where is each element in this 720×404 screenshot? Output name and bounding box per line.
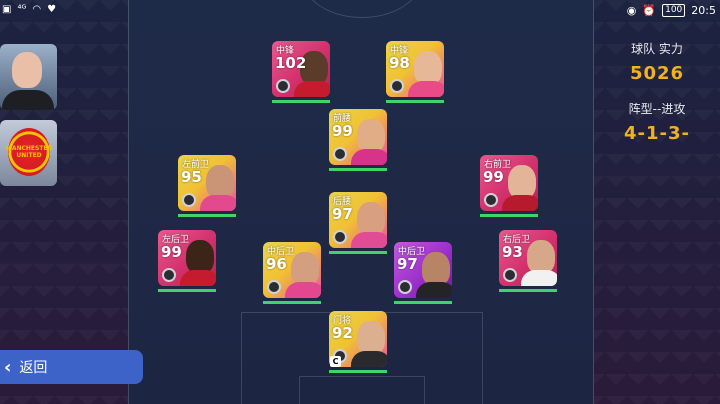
player-shirt [294, 81, 330, 97]
formation-label: 阵型--进攻 [628, 102, 686, 116]
player-card-lm[interactable]: 左前卫 95 [178, 155, 236, 211]
club-crest-icon: MANCHESTER UNITED [5, 128, 53, 176]
sim-icon: ▣ [2, 4, 12, 15]
chevron-left-icon: ‹ [4, 356, 12, 378]
player-stamina-bar [329, 251, 387, 254]
player-stamina-bar [272, 100, 330, 103]
player-shirt [351, 149, 387, 165]
player-badge-icon [333, 230, 347, 244]
player-card-rb[interactable]: 右后卫 93 [499, 230, 557, 286]
player-badge-icon [267, 280, 281, 294]
player-stamina-bar [386, 100, 444, 103]
player-stamina-bar [480, 214, 538, 217]
player-rating: 97 [332, 205, 353, 223]
player-rating: 96 [266, 255, 287, 273]
player-portrait [357, 119, 385, 153]
player-badge-icon [484, 193, 498, 207]
crest-text: MANCHESTER UNITED [5, 145, 53, 159]
player-shirt [408, 81, 444, 97]
player-stamina-bar [329, 370, 387, 373]
player-badge-icon [503, 268, 517, 282]
player-rating: 95 [181, 168, 202, 186]
player-card-am[interactable]: 前腰 99 [329, 109, 387, 165]
player-card-rm[interactable]: 右前卫 99 [480, 155, 538, 211]
status-bar-right: ◉ ⏰ 100 20:5 [627, 4, 716, 17]
player-shirt [351, 232, 387, 248]
player-badge-icon [333, 147, 347, 161]
player-badge-icon [276, 79, 290, 93]
wifi-icon: ◠ [32, 4, 42, 15]
goal-box [299, 376, 425, 404]
player-rating: 92 [332, 324, 353, 342]
player-badge-icon [162, 268, 176, 282]
player-badge-icon [182, 193, 196, 207]
player-rating: 102 [275, 54, 307, 72]
player-shirt [180, 270, 216, 286]
player-card-cf-left[interactable]: 中锋 102 [272, 41, 330, 97]
player-card-dm[interactable]: 后腰 97 [329, 192, 387, 248]
player-card-cb-left[interactable]: 中后卫 96 [263, 242, 321, 298]
formation-value: 4-1-3- [624, 123, 690, 144]
player-card-lb[interactable]: 左后卫 99 [158, 230, 216, 286]
formation-info: 阵型--进攻 4-1-3- [594, 100, 720, 144]
player-rating: 99 [161, 243, 182, 261]
team-strength-value: 5026 [629, 63, 685, 84]
manager-card[interactable] [0, 44, 57, 110]
center-circle [302, 0, 422, 18]
player-shirt [200, 195, 236, 211]
player-portrait [357, 202, 385, 236]
player-shirt [521, 270, 557, 286]
player-stamina-bar [263, 301, 321, 304]
back-button-label: 返回 [19, 360, 48, 376]
status-bar-left: ▣ ⁴ᴳ ◠ ♥ [2, 4, 56, 15]
player-rating: 99 [483, 168, 504, 186]
player-rating: 93 [502, 243, 523, 261]
player-shirt [416, 282, 452, 298]
player-rating: 98 [389, 54, 410, 72]
team-strength: 球队 实力 5026 [594, 40, 720, 84]
player-stamina-bar [178, 214, 236, 217]
player-rating: 99 [332, 122, 353, 140]
player-stamina-bar [329, 168, 387, 171]
club-card[interactable]: MANCHESTER UNITED [0, 120, 57, 186]
player-portrait [291, 252, 319, 286]
eye-icon: ◉ [626, 4, 637, 17]
player-badge-icon [398, 280, 412, 294]
player-portrait [422, 252, 450, 286]
alarm-icon: ⏰ [642, 4, 657, 17]
player-portrait [186, 240, 214, 274]
player-portrait [508, 165, 536, 199]
player-portrait [357, 321, 385, 355]
player-rating: 97 [397, 255, 418, 273]
team-strength-label: 球队 实力 [631, 42, 683, 56]
player-portrait [414, 51, 442, 85]
player-stamina-bar [158, 289, 216, 292]
player-shirt [351, 351, 387, 367]
player-badge-icon [390, 79, 404, 93]
player-shirt [502, 195, 538, 211]
player-portrait [527, 240, 555, 274]
player-portrait [206, 165, 234, 199]
player-card-cf-right[interactable]: 中锋 98 [386, 41, 444, 97]
manager-portrait [12, 52, 42, 88]
clock-time: 20:5 [691, 4, 716, 17]
player-shirt [285, 282, 321, 298]
player-stamina-bar [394, 301, 452, 304]
player-card-cb-right[interactable]: 中后卫 97 [394, 242, 452, 298]
signal-icon: ⁴ᴳ [17, 4, 27, 15]
captain-badge: C [330, 356, 341, 367]
heart-icon: ♥ [47, 4, 57, 15]
back-button[interactable]: ‹ 返回 [0, 350, 143, 384]
player-stamina-bar [499, 289, 557, 292]
manager-suit [2, 90, 54, 110]
battery-indicator: 100 [662, 4, 686, 17]
